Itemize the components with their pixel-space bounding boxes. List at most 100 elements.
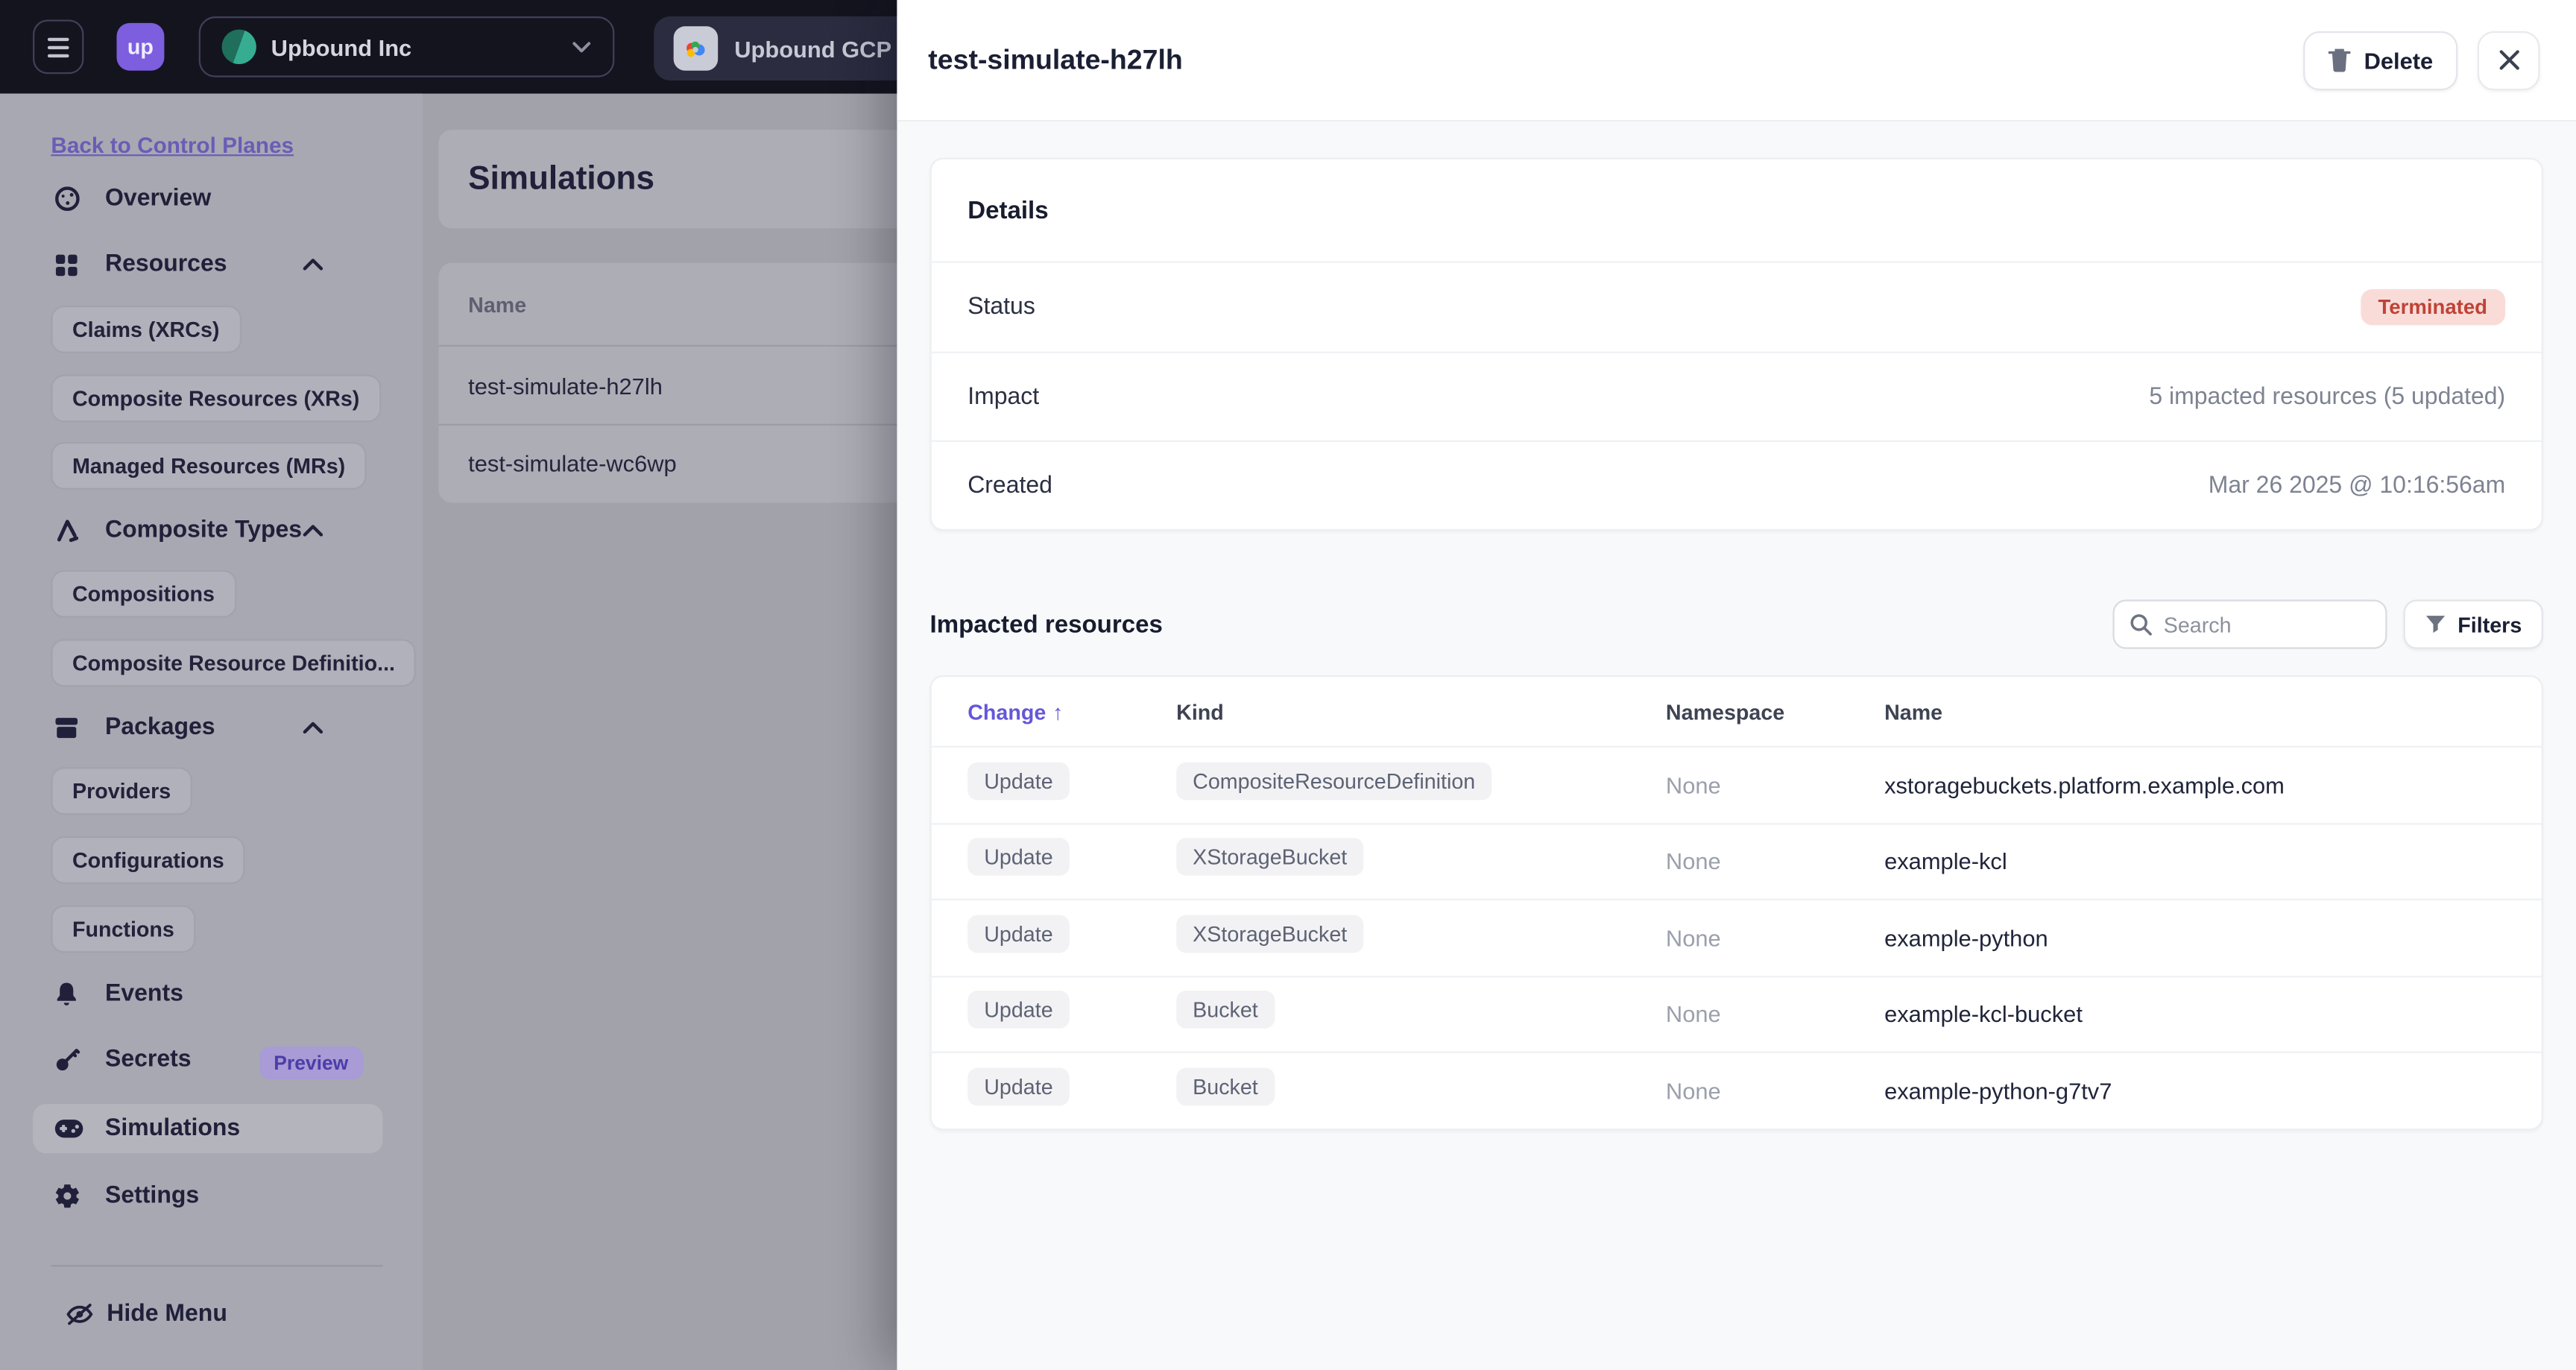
overview-icon — [54, 186, 80, 212]
delete-button[interactable]: Delete — [2303, 30, 2458, 90]
sidebar-subitem-providers[interactable]: Providers — [51, 767, 192, 815]
sidebar-item-resources[interactable]: Resources — [54, 244, 390, 284]
chevron-up-icon[interactable] — [303, 524, 324, 537]
name-cell: xstoragebuckets.platform.example.com — [1884, 771, 2285, 798]
delete-button-label: Delete — [2364, 46, 2434, 74]
impacted-resources-heading: Impacted resources — [929, 610, 1163, 639]
sidebar-item-label: Settings — [105, 1182, 200, 1210]
detail-row-status: Status Terminated — [932, 263, 2542, 352]
sidebar-subitem-compositions[interactable]: Compositions — [51, 569, 236, 618]
sidebar-item-events[interactable]: Events — [54, 974, 390, 1014]
namespace-cell: None — [1665, 1000, 1721, 1028]
table-row[interactable]: Update CompositeResourceDefinition None … — [931, 745, 2542, 822]
bell-icon — [54, 981, 80, 1007]
hide-menu-button[interactable]: Hide Menu — [66, 1295, 227, 1334]
table-row[interactable]: Update XStorageBucket None example-kcl — [931, 822, 2542, 898]
sidebar-item-settings[interactable]: Settings — [54, 1176, 390, 1216]
change-badge: Update — [967, 1067, 1070, 1105]
sidebar-subitem-managed-resources[interactable]: Managed Resources (MRs) — [51, 441, 367, 490]
change-badge: Update — [967, 915, 1070, 953]
name-cell: example-kcl — [1884, 847, 2007, 875]
sidebar-subitem-functions[interactable]: Functions — [51, 905, 196, 953]
close-drawer-button[interactable] — [2477, 30, 2540, 90]
sidebar-item-label: Composite Types — [105, 517, 303, 544]
sidebar-item-overview[interactable]: Overview — [54, 179, 390, 218]
detail-row-created: Created Mar 26 2025 @ 10:16:56am — [931, 440, 2542, 529]
preview-badge: Preview — [259, 1046, 364, 1080]
sidebar-item-packages[interactable]: Packages — [54, 708, 390, 748]
package-icon — [54, 715, 80, 741]
drawer-header: test-simulate-h27lh Delete — [897, 0, 2576, 122]
back-to-control-planes-link[interactable]: Back to Control Planes — [51, 133, 294, 158]
change-badge: Update — [967, 991, 1070, 1029]
sidebar-item-composite-types[interactable]: Composite Types — [54, 511, 390, 550]
impacted-resources-table: Change ↑ Kind Namespace Name Update Comp… — [929, 675, 2543, 1130]
chevron-up-icon[interactable] — [303, 258, 324, 271]
close-icon — [2498, 49, 2519, 71]
kind-badge: Bucket — [1176, 991, 1275, 1029]
search-icon — [2129, 613, 2152, 636]
drawer-body: Details Status Terminated Impact 5 impac… — [897, 121, 2576, 1370]
org-avatar — [221, 29, 256, 64]
kind-badge: XStorageBucket — [1176, 838, 1364, 877]
name-cell: example-python — [1884, 924, 2048, 951]
search-input[interactable] — [2163, 612, 2371, 637]
column-header-name[interactable]: Name — [1884, 699, 2505, 724]
name-cell: example-python-g7tv7 — [1884, 1077, 2112, 1104]
chevron-up-icon[interactable] — [303, 722, 324, 735]
filter-funnel-icon — [2425, 614, 2446, 634]
sidebar-subitem-xrds[interactable]: Composite Resource Definitio... — [51, 639, 417, 687]
impact-value: 5 impacted resources (5 updated) — [2149, 383, 2506, 410]
gear-icon — [54, 1183, 80, 1209]
simulation-detail-drawer: test-simulate-h27lh Delete Details Statu… — [897, 0, 2576, 1370]
namespace-cell: None — [1665, 924, 1721, 951]
status-badge: Terminated — [2360, 288, 2506, 326]
detail-row-impact: Impact 5 impacted resources (5 updated) — [931, 351, 2542, 441]
key-icon — [54, 1047, 80, 1073]
upbound-logo[interactable]: up — [116, 22, 165, 71]
sidebar-item-label: Simulations — [105, 1115, 241, 1142]
column-header-kind[interactable]: Kind — [1176, 699, 1666, 724]
created-value: Mar 26 2025 @ 10:16:56am — [2208, 472, 2506, 499]
change-badge: Update — [967, 762, 1070, 800]
details-card: Details Status Terminated Impact 5 impac… — [929, 157, 2543, 531]
org-switcher-dropdown[interactable]: Upbound Inc — [198, 16, 615, 78]
org-name: Upbound Inc — [271, 34, 412, 60]
filters-button-label: Filters — [2457, 612, 2522, 637]
namespace-cell: None — [1665, 1077, 1721, 1104]
search-input-wrapper — [2112, 599, 2387, 649]
grid-icon — [54, 251, 80, 277]
sidebar-subitem-configurations[interactable]: Configurations — [51, 836, 246, 884]
change-badge: Update — [967, 838, 1070, 877]
details-heading: Details — [931, 160, 2542, 263]
table-row[interactable]: Update Bucket None example-python-g7tv7 — [931, 1051, 2542, 1128]
screen: Simulations Name test-simulate-h27lh tes… — [0, 0, 2576, 1370]
gcp-icon — [673, 26, 719, 71]
gamepad-icon — [54, 1116, 84, 1142]
sort-ascending-icon: ↑ — [1052, 698, 1064, 724]
sidebar: Back to Control Planes Overview Resource… — [0, 93, 423, 1370]
sidebar-subitem-composite-resources[interactable]: Composite Resources (XRs) — [51, 374, 381, 423]
impact-label: Impact — [967, 383, 1040, 410]
sidebar-subitem-claims[interactable]: Claims (XRCs) — [51, 305, 242, 353]
namespace-cell: None — [1665, 847, 1721, 875]
trash-icon — [2328, 48, 2351, 72]
sidebar-item-simulations-active[interactable]: Simulations — [33, 1104, 383, 1154]
menu-button[interactable] — [33, 19, 84, 75]
namespace-cell: None — [1665, 771, 1721, 798]
name-cell: example-kcl-bucket — [1884, 1000, 2083, 1028]
column-header-change[interactable]: Change ↑ — [967, 699, 1176, 724]
sidebar-item-label: Secrets — [105, 1046, 192, 1073]
table-header-row: Change ↑ Kind Namespace Name — [932, 677, 2542, 746]
filters-button[interactable]: Filters — [2403, 599, 2543, 649]
composite-types-icon — [54, 517, 80, 543]
table-row[interactable]: Update Bucket None example-kcl-bucket — [931, 975, 2542, 1051]
status-label: Status — [967, 294, 1035, 321]
impacted-resources-header: Impacted resources Filters — [929, 599, 2543, 649]
created-label: Created — [967, 472, 1052, 499]
sidebar-item-label: Overview — [105, 186, 212, 212]
eye-off-icon — [66, 1303, 93, 1326]
table-row[interactable]: Update XStorageBucket None example-pytho… — [931, 898, 2542, 975]
sidebar-item-label: Resources — [105, 251, 227, 278]
column-header-namespace[interactable]: Namespace — [1666, 699, 1884, 724]
